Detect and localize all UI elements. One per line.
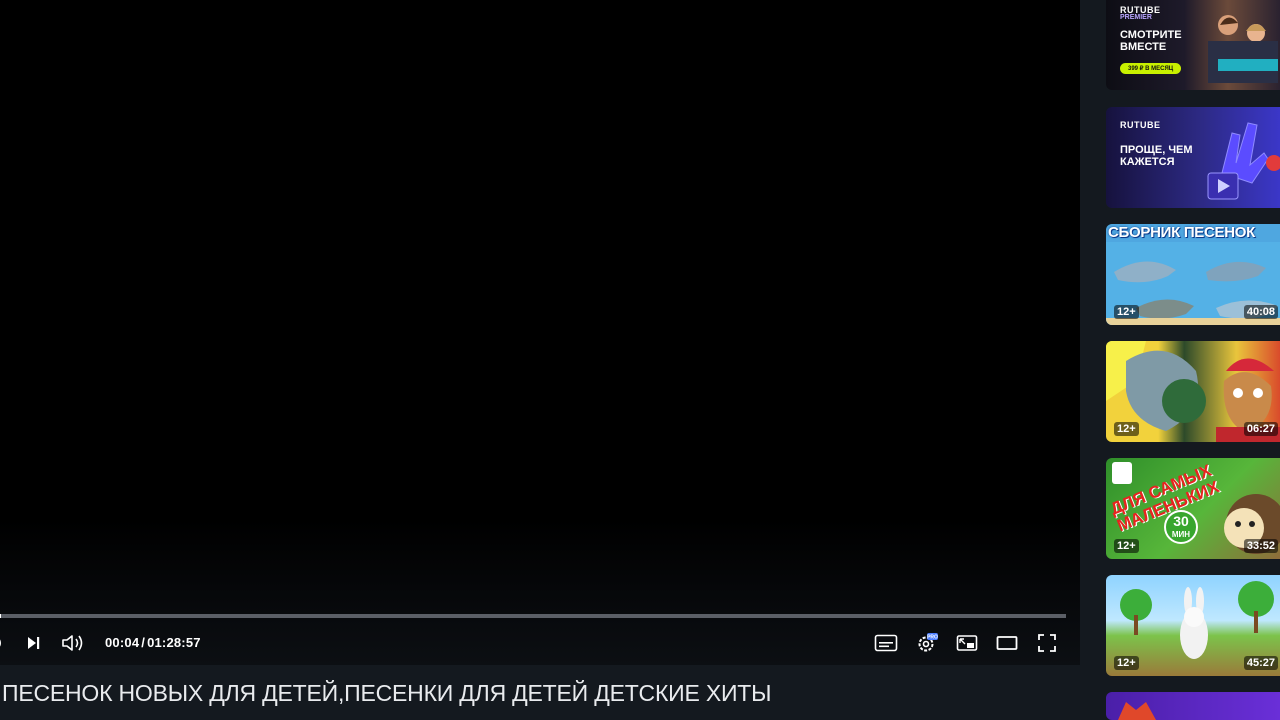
skip-next-icon — [28, 637, 40, 649]
duration-circle: 30 МИН — [1164, 510, 1198, 544]
hand-image — [1207, 122, 1280, 200]
fullscreen-icon — [1038, 634, 1056, 652]
promo-sub: PREMIER — [1120, 14, 1152, 21]
theater-mode-button[interactable] — [994, 626, 1020, 660]
duration-badge: 40:08 — [1243, 305, 1278, 319]
time-display: 00:04/01:28:57 — [105, 626, 201, 660]
video-card-headline: СБОРНИК ПЕСЕНОК — [1108, 224, 1256, 241]
age-badge: 12+ — [1114, 305, 1139, 319]
time-separator: / — [141, 635, 146, 650]
promo-brand: RUTUBE — [1120, 120, 1161, 130]
promo-headline-2: ВМЕСТЕ — [1120, 41, 1167, 53]
play-button[interactable] — [0, 626, 6, 660]
progress-bar[interactable] — [0, 614, 1066, 618]
player-controls: 00:04/01:28:57 PRO — [0, 626, 1080, 660]
video-card-3[interactable]: ДЛЯ САМЫХ МАЛЕНЬКИХ 30 МИН 12+ 33:52 — [1106, 458, 1280, 559]
volume-icon — [62, 635, 83, 651]
volume-button[interactable] — [60, 626, 86, 660]
theater-mode-icon — [996, 636, 1018, 650]
duration-badge: 33:52 — [1243, 539, 1278, 553]
age-badge: 12+ — [1114, 539, 1139, 553]
promo-headline-1: СМОТРИТЕ — [1120, 29, 1182, 41]
promo-card-premier[interactable]: RUTUBE PREMIER СМОТРИТЕ ВМЕСТЕ 399 ₽ В М… — [1106, 0, 1280, 90]
video-card-2[interactable]: 12+ 06:27 — [1106, 341, 1280, 442]
settings-button[interactable]: PRO — [914, 626, 940, 660]
circle-number: 30 — [1173, 513, 1189, 529]
promo-price-pill: 399 ₽ В МЕСЯЦ — [1120, 63, 1182, 74]
family-image — [1208, 15, 1278, 83]
video-title: ПЕСЕНОК НОВЫХ ДЛЯ ДЕТЕЙ,ПЕСЕНКИ ДЛЯ ДЕТЕ… — [2, 680, 772, 706]
video-card-5[interactable] — [1106, 692, 1280, 720]
fox-image — [1118, 702, 1156, 720]
gear-icon: PRO — [918, 633, 938, 652]
duration-badge: 45:27 — [1243, 656, 1278, 670]
play-icon — [0, 639, 1, 647]
video-card-4[interactable]: 12+ 45:27 — [1106, 575, 1280, 676]
video-player[interactable] — [0, 0, 1080, 665]
picture-in-picture-button[interactable] — [954, 626, 980, 660]
subtitles-button[interactable] — [873, 626, 899, 660]
age-badge: 12+ — [1114, 422, 1139, 436]
progress-bar-fill — [0, 614, 1, 618]
video-card-1[interactable]: СБОРНИК ПЕСЕНОК 12+ 40:08 — [1106, 224, 1280, 325]
svg-text:PRO: PRO — [927, 635, 938, 641]
promo-card-rutube[interactable]: RUTUBE ПРОЩЕ, ЧЕМ КАЖЕТСЯ — [1106, 107, 1280, 208]
duration-badge: 06:27 — [1243, 422, 1278, 436]
fullscreen-button[interactable] — [1034, 626, 1060, 660]
promo-headline-2: КАЖЕТСЯ — [1120, 156, 1175, 168]
next-button[interactable] — [22, 626, 44, 660]
age-badge: 12+ — [1114, 656, 1139, 670]
current-time: 00:04 — [105, 635, 140, 650]
total-time: 01:28:57 — [147, 635, 201, 650]
picture-in-picture-icon — [956, 635, 978, 651]
circle-unit: МИН — [1171, 530, 1191, 539]
promo-headline-1: ПРОЩЕ, ЧЕМ — [1120, 144, 1193, 156]
subtitles-icon — [874, 634, 898, 652]
